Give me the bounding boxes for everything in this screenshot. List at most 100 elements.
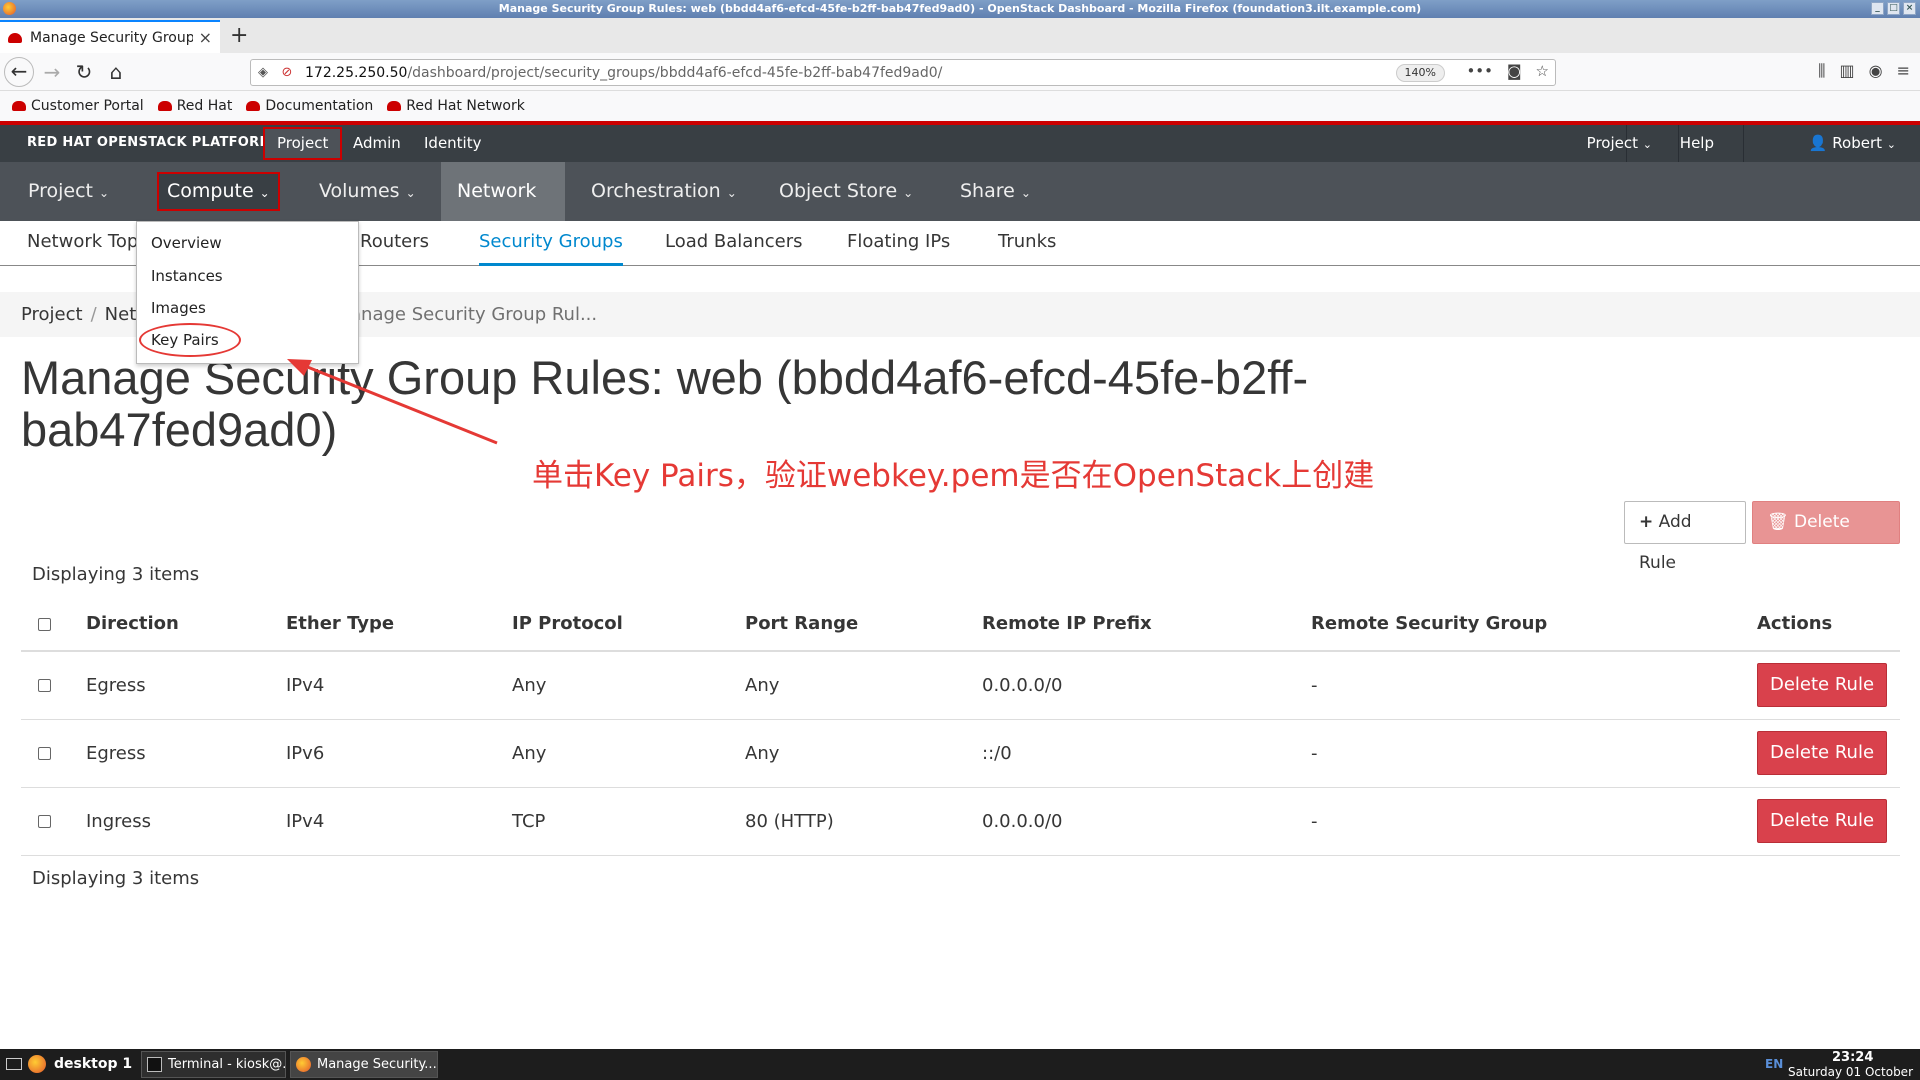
menu-icon[interactable]: ≡ [1897,61,1910,81]
masthead-tab-identity[interactable]: Identity [410,125,496,162]
firefox-launcher-icon[interactable] [28,1055,46,1073]
user-menu[interactable]: 👤 Robert ⌄ [1795,125,1908,162]
close-button[interactable]: × [1903,2,1916,15]
menu-item-instances[interactable]: Instances [151,265,223,287]
masthead-tab-admin[interactable]: Admin [339,125,415,162]
home-button[interactable]: ⌂ [102,58,130,86]
row-checkbox[interactable] [38,679,51,693]
clock-time[interactable]: 23:24 [1832,1050,1873,1065]
new-tab-button[interactable]: + [230,22,248,50]
cell-remote-security-group: - [1311,787,1757,856]
task-terminal[interactable]: Terminal - kiosk@... [141,1051,286,1078]
header-port-range[interactable]: Port Range [745,597,982,652]
select-all-checkbox[interactable] [38,617,51,631]
row-checkbox[interactable] [38,747,51,760]
url-bar[interactable]: ◈ ⊘ 172.25.250.50/dashboard/project/secu… [250,59,1556,86]
show-desktop-icon[interactable] [6,1058,22,1070]
add-rule-button[interactable]: + Add Rule [1624,501,1746,573]
delete-rule-button[interactable]: Delete Rule [1757,731,1887,775]
masthead-tab-project[interactable]: Project [263,127,343,160]
cell-remote-ip-prefix: ::/0 [982,719,1311,788]
redhat-icon [12,101,26,111]
nav-network[interactable]: Network [441,162,565,221]
bookmark-documentation[interactable]: Documentation [246,98,373,114]
nav-object-store[interactable]: Object Store ⌄ [763,162,929,221]
cell-remote-ip-prefix: 0.0.0.0/0 [982,787,1311,856]
tracking-shield-icon[interactable]: ◈ [251,65,275,80]
pocket-icon[interactable]: ◙ [1507,62,1522,80]
nav-project[interactable]: Project ⌄ [12,162,125,221]
breadcrumb-separator: / [90,304,97,325]
breadcrumb-current: anage Security Group Rul... [350,304,598,325]
tab-close-icon[interactable]: × [199,28,212,47]
header-ip-protocol[interactable]: IP Protocol [512,597,745,652]
delete-rules-button[interactable]: 🗑 Delete Rules [1752,501,1900,573]
cell-port-range: Any [745,651,982,720]
bookmark-star-icon[interactable]: ☆ [1536,62,1549,80]
header-remote-ip-prefix[interactable]: Remote IP Prefix [982,597,1311,652]
bookmark-customer-portal[interactable]: Customer Portal [12,98,144,114]
browser-tab[interactable]: Manage Security Group × [0,20,220,53]
bookmark-red-hat-network[interactable]: Red Hat Network [387,98,525,114]
cell-ip-protocol: Any [512,719,745,788]
page-actions-icon[interactable]: ••• [1466,62,1493,80]
highlight-circle [139,323,241,357]
item-count-bottom: Displaying 3 items [32,868,200,889]
rules-table: Direction Ether Type IP Protocol Port Ra… [21,597,1900,856]
header-ether-type[interactable]: Ether Type [286,597,512,652]
keyboard-layout[interactable]: EN [1765,1057,1783,1071]
tab-network-topology[interactable]: Network Topo [27,221,149,266]
maximize-button[interactable]: □ [1887,2,1900,15]
taskbar: desktop 1 Terminal - kiosk@... Manage Se… [0,1049,1920,1080]
delete-rule-button[interactable]: Delete Rule [1757,799,1887,843]
account-icon[interactable]: ◉ [1869,61,1883,81]
table-header-row: Direction Ether Type IP Protocol Port Ra… [21,597,1900,652]
zoom-indicator[interactable]: 140% [1395,64,1445,82]
nav-share[interactable]: Share ⌄ [944,162,1047,221]
delete-rule-button[interactable]: Delete Rule [1757,663,1887,708]
table-row: Egress IPv4 Any Any 0.0.0.0/0 - Delete R… [21,651,1900,720]
minimize-button[interactable]: _ [1871,2,1884,15]
item-count-top: Displaying 3 items [32,564,200,585]
nav-compute[interactable]: Compute ⌄ [157,172,280,211]
tab-security-groups[interactable]: Security Groups [479,221,623,266]
back-button[interactable]: ← [4,57,34,87]
sidebar-icon[interactable]: ▥ [1840,61,1855,81]
row-checkbox[interactable] [38,815,51,828]
chevron-down-icon: ⌄ [1020,186,1031,200]
clock-date: Saturday 01 October [1788,1065,1913,1079]
breadcrumb-project[interactable]: Project [21,304,83,325]
cell-ether-type: IPv4 [286,651,512,720]
project-selector[interactable]: Project ⌄ [1573,125,1666,162]
cell-remote-security-group: - [1311,651,1757,720]
redhat-icon [387,101,402,111]
bookmark-red-hat[interactable]: Red Hat [157,98,232,114]
tab-floating-ips[interactable]: Floating IPs [847,221,950,266]
navigation-bar: ← → ↻ ⌂ ◈ ⊘ 172.25.250.50/dashboard/proj… [0,53,1920,91]
nav-volumes[interactable]: Volumes ⌄ [303,162,432,221]
redhat-icon [157,101,172,111]
forward-button[interactable]: → [38,58,66,86]
library-icon[interactable]: ⫼ [1818,61,1825,81]
table-row: Ingress IPv4 TCP 80 (HTTP) 0.0.0.0/0 - D… [21,787,1900,856]
header-direction[interactable]: Direction [86,597,286,652]
task-firefox[interactable]: Manage Security... [290,1051,438,1078]
tab-trunks[interactable]: Trunks [998,221,1056,266]
cell-ip-protocol: Any [512,651,745,720]
help-link[interactable]: Help [1666,125,1728,162]
cell-remote-ip-prefix: 0.0.0.0/0 [982,651,1311,720]
header-remote-security-group[interactable]: Remote Security Group [1311,597,1757,652]
cell-ether-type: IPv4 [286,787,512,856]
brand-logo[interactable]: RED HAT OPENSTACK PLATFORM [27,135,273,150]
insecure-lock-icon[interactable]: ⊘ [275,65,299,80]
workspace-label[interactable]: desktop 1 [54,1056,132,1072]
reload-button[interactable]: ↻ [70,58,98,86]
user-icon: 👤 [1808,134,1828,152]
menu-item-overview[interactable]: Overview [151,232,222,254]
menu-item-images[interactable]: Images [151,297,206,319]
nav-orchestration[interactable]: Orchestration ⌄ [575,162,753,221]
tab-routers[interactable]: Routers [360,221,429,266]
firefox-icon [3,2,16,15]
tab-load-balancers[interactable]: Load Balancers [665,221,802,266]
menu-item-key-pairs[interactable]: Key Pairs [139,323,241,357]
